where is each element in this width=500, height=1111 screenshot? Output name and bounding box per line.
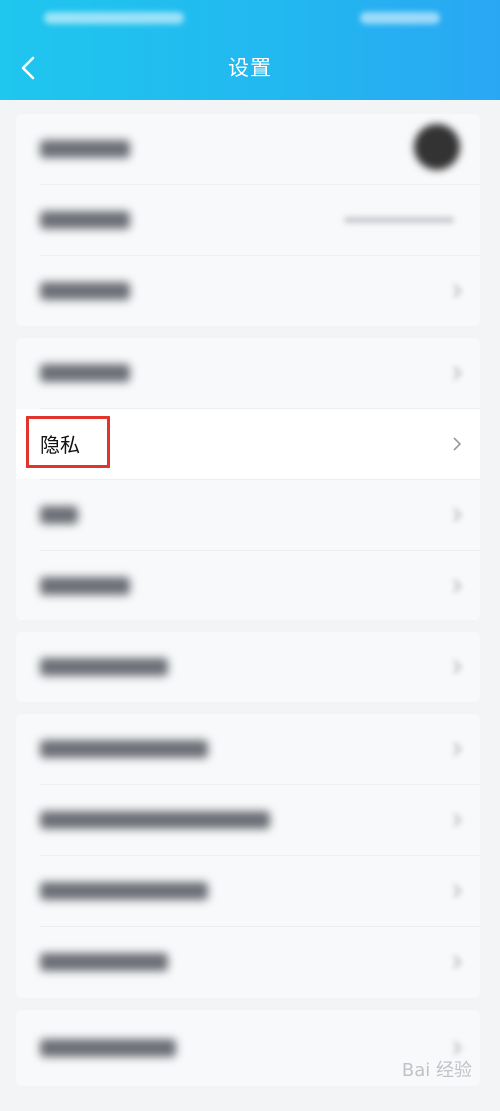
blurred-label xyxy=(40,882,208,900)
blurred-label xyxy=(40,211,130,229)
blurred-label xyxy=(40,140,130,158)
chevron-right-icon xyxy=(453,508,462,522)
settings-row-blurred-1[interactable] xyxy=(16,114,480,184)
chevron-right-icon xyxy=(453,366,462,380)
chevron-right-icon xyxy=(453,437,462,451)
settings-group-general: 隐私 xyxy=(16,338,480,620)
blurred-label xyxy=(40,364,130,382)
settings-group-single xyxy=(16,632,480,702)
settings-row-blurred-2[interactable] xyxy=(16,185,480,255)
blurred-value xyxy=(344,217,454,223)
blurred-label xyxy=(40,577,130,595)
blurred-label xyxy=(40,506,78,524)
avatar xyxy=(414,124,460,170)
status-bar-left-info xyxy=(44,12,184,24)
blurred-label xyxy=(40,953,168,971)
settings-row-blurred-10[interactable] xyxy=(16,856,480,926)
chevron-right-icon xyxy=(453,660,462,674)
settings-row-blurred-11[interactable] xyxy=(16,927,480,997)
settings-row-blurred-9[interactable] xyxy=(16,785,480,855)
privacy-highlight-label: 隐私 xyxy=(40,433,80,457)
status-bar xyxy=(0,0,500,36)
chevron-right-icon xyxy=(453,579,462,593)
settings-group-info xyxy=(16,714,480,998)
status-bar-right-info xyxy=(360,12,440,24)
chevron-right-icon xyxy=(453,742,462,756)
blurred-label xyxy=(40,1039,176,1057)
settings-row-blurred-6[interactable] xyxy=(16,551,480,621)
settings-row-blurred-4[interactable] xyxy=(16,338,480,408)
blurred-label xyxy=(40,811,270,829)
chevron-right-icon xyxy=(453,284,462,298)
page-title: 设置 xyxy=(228,56,272,80)
chevron-right-icon xyxy=(453,1041,462,1055)
settings-row-blurred-7[interactable] xyxy=(16,632,480,702)
blurred-label xyxy=(40,658,168,676)
app-header: 设置 xyxy=(0,0,500,100)
chevron-right-icon xyxy=(453,955,462,969)
blurred-label xyxy=(40,740,208,758)
settings-row-blurred-5[interactable] xyxy=(16,480,480,550)
settings-row-blurred-8[interactable] xyxy=(16,714,480,784)
blurred-label xyxy=(40,282,130,300)
settings-row-blurred-3[interactable] xyxy=(16,256,480,326)
chevron-right-icon xyxy=(453,813,462,827)
watermark: Bai 经验 xyxy=(401,1060,472,1081)
settings-group-account xyxy=(16,114,480,326)
chevron-right-icon xyxy=(453,884,462,898)
